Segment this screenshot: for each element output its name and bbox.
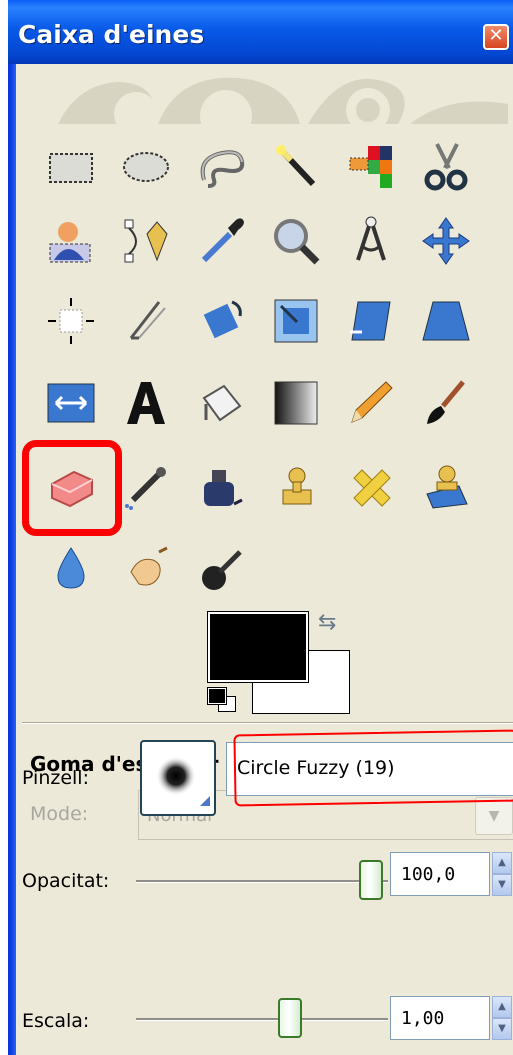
swap-colors-icon[interactable]: ⇆: [318, 610, 336, 635]
close-button[interactable]: ✕: [483, 24, 509, 50]
brush-preview-button[interactable]: [140, 740, 216, 816]
brush-preview-icon: [156, 756, 210, 806]
window-title: Caixa d'eines: [18, 20, 205, 49]
heal-icon: [353, 469, 391, 507]
crop-icon: [129, 301, 166, 340]
perspective-icon: [422, 301, 470, 341]
opacity-slider-track[interactable]: [136, 880, 388, 883]
close-icon: ✕: [488, 25, 504, 46]
tool-button[interactable]: [40, 372, 102, 434]
pencil-icon: [351, 381, 393, 423]
scale-value: 1,00: [401, 1008, 445, 1029]
tool-button[interactable]: [115, 210, 177, 272]
zoom-icon: [274, 219, 320, 265]
brush-label: Pinzell:: [22, 767, 89, 789]
title-bar[interactable]: Caixa d'eines ✕: [8, 0, 513, 64]
ellipse-select-icon: [123, 152, 169, 182]
tool-button[interactable]: [265, 210, 327, 272]
tool-button[interactable]: [340, 372, 402, 434]
text-icon: [127, 382, 165, 424]
eraser-highlight: [22, 440, 122, 536]
tool-button[interactable]: [115, 290, 177, 352]
smudge-icon: [130, 546, 168, 586]
tool-button[interactable]: [190, 372, 252, 434]
fuzzy-select-icon: [276, 145, 316, 187]
tool-button[interactable]: [115, 372, 177, 434]
opacity-slider-thumb[interactable]: [359, 860, 383, 900]
perspective-clone-icon: [426, 465, 468, 509]
scissors-icon: [424, 143, 468, 191]
opacity-label: Opacitat:: [22, 870, 110, 892]
tool-button[interactable]: [340, 210, 402, 272]
tool-button[interactable]: [115, 136, 177, 198]
opacity-spinbox[interactable]: 100,0: [390, 852, 490, 896]
chevron-down-icon[interactable]: ▼: [475, 797, 513, 835]
tool-button[interactable]: [415, 372, 477, 434]
scale-label: Escala:: [22, 1010, 90, 1032]
dodge-burn-icon: [202, 550, 242, 590]
tool-button[interactable]: [265, 136, 327, 198]
default-colors-icon[interactable]: [207, 687, 238, 712]
spin-down-icon[interactable]: ▼: [492, 874, 512, 896]
foreground-color-swatch[interactable]: [207, 611, 309, 683]
scale-icon: [274, 299, 318, 343]
measure-icon: [356, 216, 386, 261]
opacity-value: 100,0: [401, 864, 456, 885]
tool-button[interactable]: [190, 136, 252, 198]
tool-button[interactable]: [415, 456, 477, 518]
window-border: [8, 0, 16, 1055]
foreground-select-icon: [49, 222, 91, 263]
tool-button[interactable]: [190, 210, 252, 272]
divider: [22, 722, 513, 724]
scale-spinbox[interactable]: 1,00: [390, 996, 490, 1040]
tool-button[interactable]: [115, 456, 177, 518]
tool-button[interactable]: [40, 538, 102, 600]
align-icon: [48, 298, 94, 344]
move-icon: [422, 217, 470, 265]
spin-up-icon[interactable]: ▲: [492, 996, 512, 1018]
wilber-logo: [58, 77, 508, 124]
tool-button[interactable]: [40, 290, 102, 352]
paths-icon: [124, 219, 168, 263]
rotate-icon: [203, 300, 242, 339]
paintbrush-icon: [427, 380, 465, 424]
shear-icon: [350, 301, 391, 341]
tool-button[interactable]: [190, 538, 252, 600]
airbrush-icon: [125, 467, 166, 510]
spin-down-icon[interactable]: ▼: [492, 1018, 512, 1040]
rect-select-icon: [49, 153, 93, 183]
spin-up-icon[interactable]: ▲: [492, 852, 512, 874]
tool-button[interactable]: [265, 456, 327, 518]
blur-icon: [57, 547, 85, 589]
mode-label: Mode:: [30, 803, 89, 825]
tool-button[interactable]: [265, 290, 327, 352]
tool-button[interactable]: [190, 290, 252, 352]
clone-icon: [282, 467, 312, 505]
color-select-icon: [349, 146, 392, 188]
tool-button[interactable]: [40, 210, 102, 272]
scale-slider-thumb[interactable]: [278, 998, 302, 1038]
tool-button[interactable]: [115, 538, 177, 600]
free-select-icon: [200, 150, 245, 188]
bucket-fill-icon: [202, 384, 242, 422]
scale-spin-buttons[interactable]: ▲ ▼: [492, 996, 512, 1040]
color-picker-icon: [201, 218, 244, 263]
tool-button[interactable]: [40, 136, 102, 198]
tool-button[interactable]: [415, 136, 477, 198]
blend-icon: [274, 381, 318, 425]
tool-button[interactable]: [415, 290, 477, 352]
toolbox-window: Caixa d'eines ✕ ⇆ Goma d'esborrar ◂ Mode…: [8, 0, 513, 1055]
brush-highlight: [233, 729, 513, 807]
tool-button[interactable]: [340, 136, 402, 198]
ink-icon: [204, 470, 243, 506]
opacity-spin-buttons[interactable]: ▲ ▼: [492, 852, 512, 896]
tool-button[interactable]: [415, 210, 477, 272]
tool-button[interactable]: [190, 456, 252, 518]
scale-slider-track[interactable]: [136, 1018, 388, 1021]
tool-button[interactable]: [340, 456, 402, 518]
flip-icon: [47, 383, 95, 423]
tool-button[interactable]: [265, 372, 327, 434]
tool-button[interactable]: [340, 290, 402, 352]
